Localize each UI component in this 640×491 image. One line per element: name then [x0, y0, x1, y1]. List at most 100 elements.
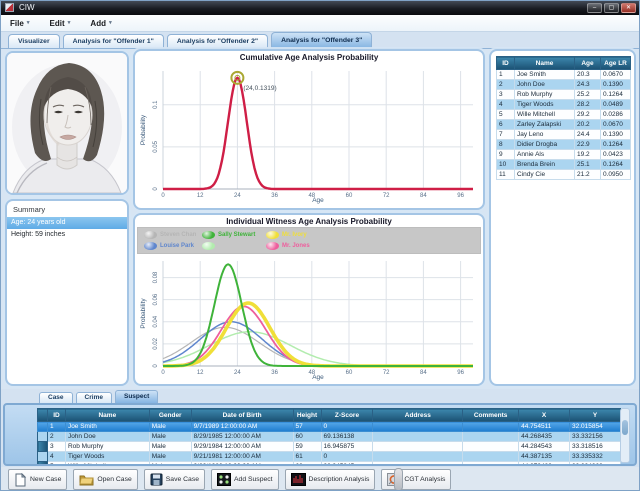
cell: Tiger Woods: [515, 100, 575, 110]
summary-item[interactable]: Age: 24 years old: [7, 217, 127, 229]
legend-item-sally-stewart[interactable]: Sally Stewart: [202, 230, 266, 240]
column-header[interactable]: Y: [570, 409, 621, 422]
column-header[interactable]: Age: [575, 57, 601, 70]
cumulative-chart-panel: Cumulative Age Analysis Probability 0122…: [133, 49, 485, 210]
column-header[interactable]: Gender: [149, 409, 191, 422]
table-row[interactable]: 4Tiger Woods28.20.0489: [497, 100, 631, 110]
add-suspect-button[interactable]: Add Suspect: [211, 469, 279, 490]
legend-item-steven-chan[interactable]: Steven Chan: [144, 230, 202, 240]
legend-label: Mr. Jones: [282, 243, 310, 249]
cell: Joe Smith: [65, 422, 149, 432]
svg-text:Probability: Probability: [140, 114, 147, 145]
save-case-button[interactable]: Save Case: [144, 469, 205, 490]
row-selector[interactable]: [38, 422, 48, 432]
bottom-tab-case[interactable]: Case: [39, 392, 73, 403]
minimize-button[interactable]: –: [587, 3, 602, 13]
title-bar[interactable]: CIW –▢✕: [1, 1, 639, 15]
cell: Male: [149, 452, 191, 462]
column-header[interactable]: Height: [293, 409, 321, 422]
summary-item[interactable]: Height: 59 inches: [7, 229, 127, 241]
column-header[interactable]: Name: [65, 409, 149, 422]
table-row[interactable]: 5Wille Mitchell29.20.0286: [497, 110, 631, 120]
chart-legend: Steven ChanSally StewartMr. Ivory Louise …: [137, 227, 481, 254]
menu-file[interactable]: File▾: [10, 19, 30, 28]
table-row[interactable]: 2John DoeMale8/29/1985 12:00:00 AM6069.1…: [38, 432, 621, 442]
chart-title: Individual Witness Age Analysis Probabil…: [135, 215, 483, 227]
maximize-button[interactable]: ▢: [604, 3, 619, 13]
column-header[interactable]: ID: [47, 409, 65, 422]
scrollbar-thumb[interactable]: [622, 420, 628, 435]
tab-analysis-for-offender-3[interactable]: Analysis for "Offender 3": [271, 32, 372, 48]
cell: 44.754511: [519, 422, 570, 432]
table-row[interactable]: 6Zarley Zalapski20.20.0670: [497, 120, 631, 130]
menu-add[interactable]: Add▾: [90, 19, 111, 28]
menu-edit[interactable]: Edit▾: [50, 19, 71, 28]
column-header[interactable]: Date of Birth: [191, 409, 293, 422]
cell: 0.1390: [601, 130, 631, 140]
table-row[interactable]: 7Jay Leno24.40.1390: [497, 130, 631, 140]
table-row[interactable]: 11Cindy Cie21.20.0950: [497, 170, 631, 180]
cell: Zarley Zalapski: [515, 120, 575, 130]
column-header[interactable]: Z-Score: [321, 409, 373, 422]
cell: Wille Mitchell: [515, 110, 575, 120]
description-analysis-button[interactable]: Description Analysis: [285, 469, 376, 490]
tab-analysis-for-offender-1[interactable]: Analysis for "Offender 1": [63, 34, 164, 48]
cell: [373, 422, 463, 432]
legend-item-mr-jones[interactable]: Mr. Jones: [266, 241, 478, 251]
legend-item-louise-park[interactable]: Louise Park: [144, 241, 202, 251]
svg-text:0.05: 0.05: [153, 140, 159, 152]
svg-text:72: 72: [383, 193, 390, 199]
menu-label: File: [10, 19, 24, 28]
portrait-panel: [5, 51, 129, 195]
cell: 0.1264: [601, 90, 631, 100]
cgt-analysis-button[interactable]: CGT Analysis: [381, 469, 451, 490]
legend-item-unlabeled[interactable]: [202, 241, 266, 251]
tab-visualizer[interactable]: Visualizer: [8, 34, 60, 48]
toolbar-separator: [394, 468, 403, 491]
column-header[interactable]: ID: [497, 57, 515, 70]
cell: 44.387135: [519, 452, 570, 462]
table-row[interactable]: 3Rob Murphy25.20.1264: [497, 90, 631, 100]
cell: [463, 422, 519, 432]
cell: 33.335332: [570, 452, 621, 462]
column-header[interactable]: Address: [373, 409, 463, 422]
row-selector[interactable]: [38, 432, 48, 442]
tab-analysis-for-offender-2[interactable]: Analysis for "Offender 2": [167, 34, 268, 48]
app-window: CIW –▢✕ File▾Edit▾Add▾ VisualizerAnalysi…: [0, 0, 640, 491]
window-title: CIW: [19, 3, 35, 12]
cell: 2: [497, 80, 515, 90]
description-analysis-icon: [291, 473, 306, 486]
table-row[interactable]: 2John Doe24.30.1390: [497, 80, 631, 90]
table-row[interactable]: 10Brenda Brein25.10.1264: [497, 160, 631, 170]
open-case-button[interactable]: Open Case: [73, 469, 137, 490]
column-header[interactable]: Comments: [463, 409, 519, 422]
column-header[interactable]: Name: [515, 57, 575, 70]
close-button[interactable]: ✕: [621, 3, 636, 13]
column-header[interactable]: Age LR: [601, 57, 631, 70]
legend-item-mr-ivory[interactable]: Mr. Ivory: [266, 230, 478, 240]
cell: 0.1264: [601, 140, 631, 150]
bottom-tab-crime[interactable]: Crime: [76, 392, 112, 403]
cell: 8/29/1985 12:00:00 AM: [191, 432, 293, 442]
table-row[interactable]: 8Didier Drogba22.90.1264: [497, 140, 631, 150]
table-row[interactable]: 4Tiger WoodsMale9/21/1981 12:00:00 AM610…: [38, 452, 621, 462]
cell: 7: [497, 130, 515, 140]
cell: 0.0286: [601, 110, 631, 120]
row-selector[interactable]: [38, 452, 48, 462]
column-header[interactable]: X: [519, 409, 570, 422]
cell: 0.0670: [601, 70, 631, 80]
new-case-button[interactable]: New Case: [8, 469, 67, 490]
row-selector[interactable]: [38, 442, 48, 452]
table-row[interactable]: 1Joe SmithMale9/7/1989 12:00:00 AM57044.…: [38, 422, 621, 432]
vertical-scrollbar[interactable]: [620, 408, 630, 463]
bottom-tab-suspect[interactable]: Suspect: [115, 390, 158, 403]
cumulative-chart: 0122436486072849600.050.1AgeProbability(…: [135, 64, 483, 210]
table-row[interactable]: 1Joe Smith20.30.0670: [497, 70, 631, 80]
cell: [463, 442, 519, 452]
row-selector[interactable]: [38, 462, 48, 465]
table-row[interactable]: 5Wille MitchellMale9/29/1980 12:00:00 AM…: [38, 462, 621, 465]
svg-text:0.02: 0.02: [153, 337, 159, 349]
table-row[interactable]: 3Rob MurphyMale9/29/1984 12:00:00 AM5916…: [38, 442, 621, 452]
summary-title: Summary: [13, 205, 127, 214]
table-row[interactable]: 9Annie Als19.20.0423: [497, 150, 631, 160]
